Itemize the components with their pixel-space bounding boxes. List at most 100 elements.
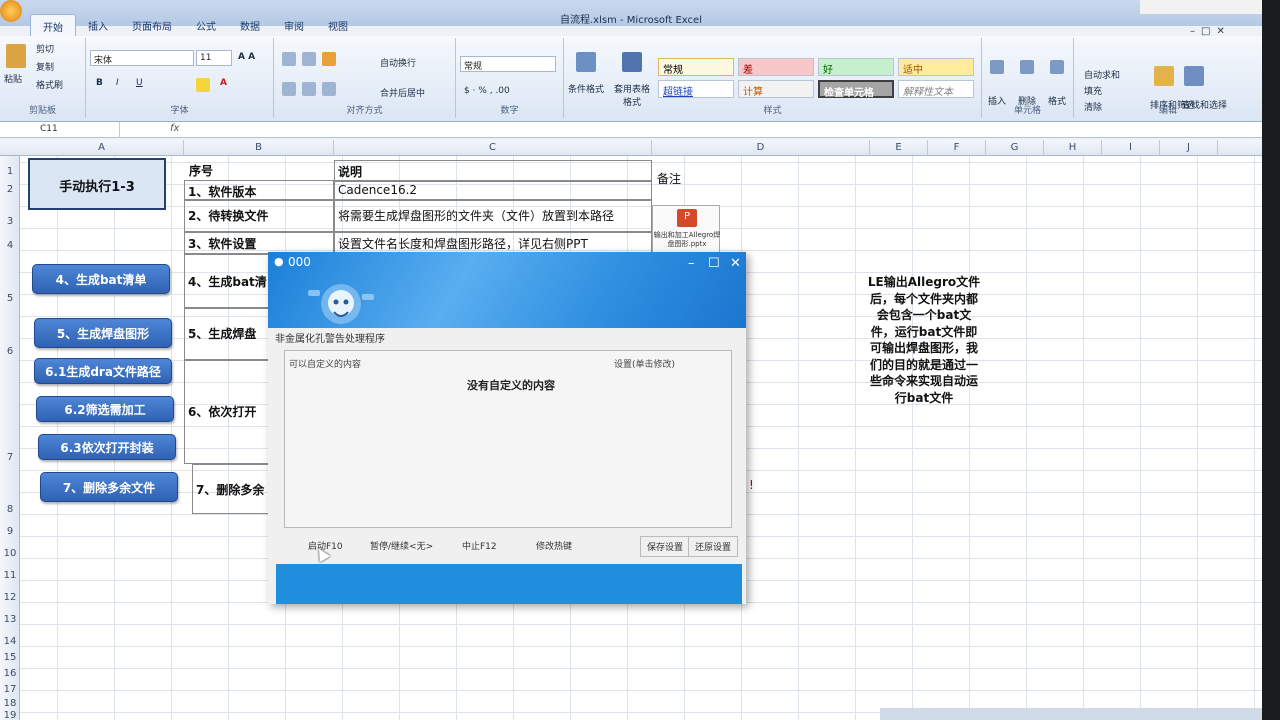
table-format-icon[interactable] xyxy=(622,52,642,72)
row-header[interactable]: 19 xyxy=(0,710,20,720)
settings-header[interactable]: 设置(单击修改) xyxy=(614,357,675,370)
tab-view[interactable]: 视图 xyxy=(316,14,360,36)
underline-button[interactable]: U xyxy=(136,78,143,88)
fill-color-icon[interactable] xyxy=(196,78,210,92)
restore-settings-button[interactable]: 还原设置 xyxy=(688,536,739,557)
format-cells-icon[interactable] xyxy=(1050,60,1064,74)
tab-data[interactable]: 数据 xyxy=(228,14,272,36)
maximize-icon[interactable]: ☐ xyxy=(708,256,720,271)
desc-cell[interactable]: 将需要生成焊盘图形的文件夹（文件）放置到本路径 xyxy=(334,200,652,232)
row-header[interactable]: 18 xyxy=(0,698,20,709)
header-desc[interactable]: 说明 xyxy=(334,160,652,182)
column-header[interactable]: I xyxy=(1102,140,1160,156)
row-header[interactable]: 11 xyxy=(0,570,20,581)
delete-cells-icon[interactable] xyxy=(1020,60,1034,74)
generate-pad-graphics-button[interactable]: 5、生成焊盘图形 xyxy=(34,318,172,348)
insert-cells-icon[interactable] xyxy=(990,60,1004,74)
row-header[interactable]: 10 xyxy=(0,548,20,559)
abort-button[interactable]: 中止F12 xyxy=(456,536,503,555)
row-header[interactable]: 15 xyxy=(0,652,20,663)
column-header[interactable]: F xyxy=(928,140,986,156)
column-header[interactable]: G xyxy=(986,140,1044,156)
row-header[interactable]: 7 xyxy=(0,452,20,463)
tab-page-layout[interactable]: 页面布局 xyxy=(120,14,184,36)
fill-button[interactable]: 填充 xyxy=(1084,84,1102,97)
step-cell[interactable]: 3、软件设置 xyxy=(184,232,334,254)
column-header[interactable]: D xyxy=(652,140,870,156)
font-color-button[interactable]: A xyxy=(220,78,227,88)
bold-button[interactable]: B xyxy=(96,78,103,88)
find-select-icon[interactable] xyxy=(1184,66,1204,86)
merge-center-button[interactable]: 合并后居中 xyxy=(380,86,425,99)
style-good[interactable]: 好 xyxy=(818,58,894,76)
column-header[interactable]: A xyxy=(20,140,184,156)
column-header[interactable]: B xyxy=(184,140,334,156)
desc-cell[interactable]: Cadence16.2 xyxy=(334,180,652,200)
generate-bat-list-button[interactable]: 4、生成bat清单 xyxy=(32,264,170,294)
font-size-select[interactable]: 11 xyxy=(196,50,232,66)
cut-button[interactable]: 剪切 xyxy=(36,42,54,55)
row-header[interactable]: 12 xyxy=(0,592,20,603)
name-box[interactable]: C11 xyxy=(0,122,120,138)
save-settings-button[interactable]: 保存设置 xyxy=(640,536,691,557)
style-normal[interactable]: 常规 xyxy=(658,58,734,76)
step-cell[interactable]: 2、待转换文件 xyxy=(184,200,334,232)
filter-processing-button[interactable]: 6.2筛选需加工 xyxy=(36,396,174,422)
style-check-cell[interactable]: 检查单元格 xyxy=(818,80,894,99)
style-neutral[interactable]: 适中 xyxy=(898,58,974,76)
tab-home[interactable]: 开始 xyxy=(30,14,76,36)
row-header[interactable]: 9 xyxy=(0,526,20,537)
style-explanatory[interactable]: 解释性文本 xyxy=(898,80,974,98)
style-bad[interactable]: 差 xyxy=(738,58,814,76)
row-header[interactable]: 1 xyxy=(0,166,20,177)
tab-insert[interactable]: 插入 xyxy=(76,14,120,36)
column-header[interactable]: E xyxy=(870,140,928,156)
row-header[interactable]: 16 xyxy=(0,668,20,679)
row-header[interactable]: 2 xyxy=(0,184,20,195)
style-hyperlink[interactable]: 超链接 xyxy=(658,80,734,98)
modify-hotkey-button[interactable]: 修改热键 xyxy=(530,536,579,555)
row-header[interactable]: 3 xyxy=(0,216,20,227)
office-button[interactable] xyxy=(0,0,22,22)
align-right-icon[interactable] xyxy=(322,82,336,96)
header-note[interactable]: 备注 xyxy=(654,168,684,189)
italic-button[interactable]: I xyxy=(116,78,119,88)
conditional-format-icon[interactable] xyxy=(576,52,596,72)
header-seq[interactable]: 序号 xyxy=(186,160,216,181)
delete-extra-files-button[interactable]: 7、删除多余文件 xyxy=(40,472,178,502)
paste-icon[interactable] xyxy=(6,44,26,68)
row-header[interactable]: 8 xyxy=(0,504,20,515)
grow-font-button[interactable]: A A xyxy=(238,52,255,62)
generate-dra-path-button[interactable]: 6.1生成dra文件路径 xyxy=(34,358,172,384)
close-icon[interactable]: ✕ xyxy=(730,256,741,271)
align-center-icon[interactable] xyxy=(302,82,316,96)
style-calculation[interactable]: 计算 xyxy=(738,80,814,98)
align-middle-icon[interactable] xyxy=(302,52,316,66)
column-header[interactable]: H xyxy=(1044,140,1102,156)
minimize-icon[interactable]: – xyxy=(688,256,695,271)
row-header[interactable]: 13 xyxy=(0,614,20,625)
column-header[interactable]: C xyxy=(334,140,652,156)
row-header[interactable]: 14 xyxy=(0,636,20,647)
align-left-icon[interactable] xyxy=(282,82,296,96)
paste-button[interactable]: 粘贴 xyxy=(4,72,22,85)
desc-cell[interactable]: 设置文件名长度和焊盘图形路径，详见右侧PPT xyxy=(334,232,652,254)
copy-button[interactable]: 复制 xyxy=(36,60,54,73)
sort-filter-icon[interactable] xyxy=(1154,66,1174,86)
font-name-select[interactable]: 宋体 xyxy=(90,50,194,66)
column-header[interactable]: J xyxy=(1160,140,1218,156)
tab-formulas[interactable]: 公式 xyxy=(184,14,228,36)
number-format-select[interactable]: 常规 xyxy=(460,56,556,72)
currency-format-button[interactable]: $ · % , .00 xyxy=(464,86,510,96)
row-header[interactable]: 17 xyxy=(0,684,20,695)
title-box[interactable]: 手动执行1-3 xyxy=(28,158,166,210)
conditional-format-button[interactable]: 条件格式 xyxy=(568,82,604,95)
pause-resume-button[interactable]: 暂停/继续<无> xyxy=(364,536,440,555)
wrap-text-button[interactable]: 自动换行 xyxy=(380,56,416,69)
step-cell[interactable]: 1、软件版本 xyxy=(184,180,334,200)
align-bottom-icon[interactable] xyxy=(322,52,336,66)
tab-review[interactable]: 审阅 xyxy=(272,14,316,36)
autosum-button[interactable]: 自动求和 xyxy=(1084,68,1120,81)
align-top-icon[interactable] xyxy=(282,52,296,66)
ppt-attachment[interactable]: P 输出和加工Allegro焊盘图形.pptx xyxy=(652,205,720,253)
